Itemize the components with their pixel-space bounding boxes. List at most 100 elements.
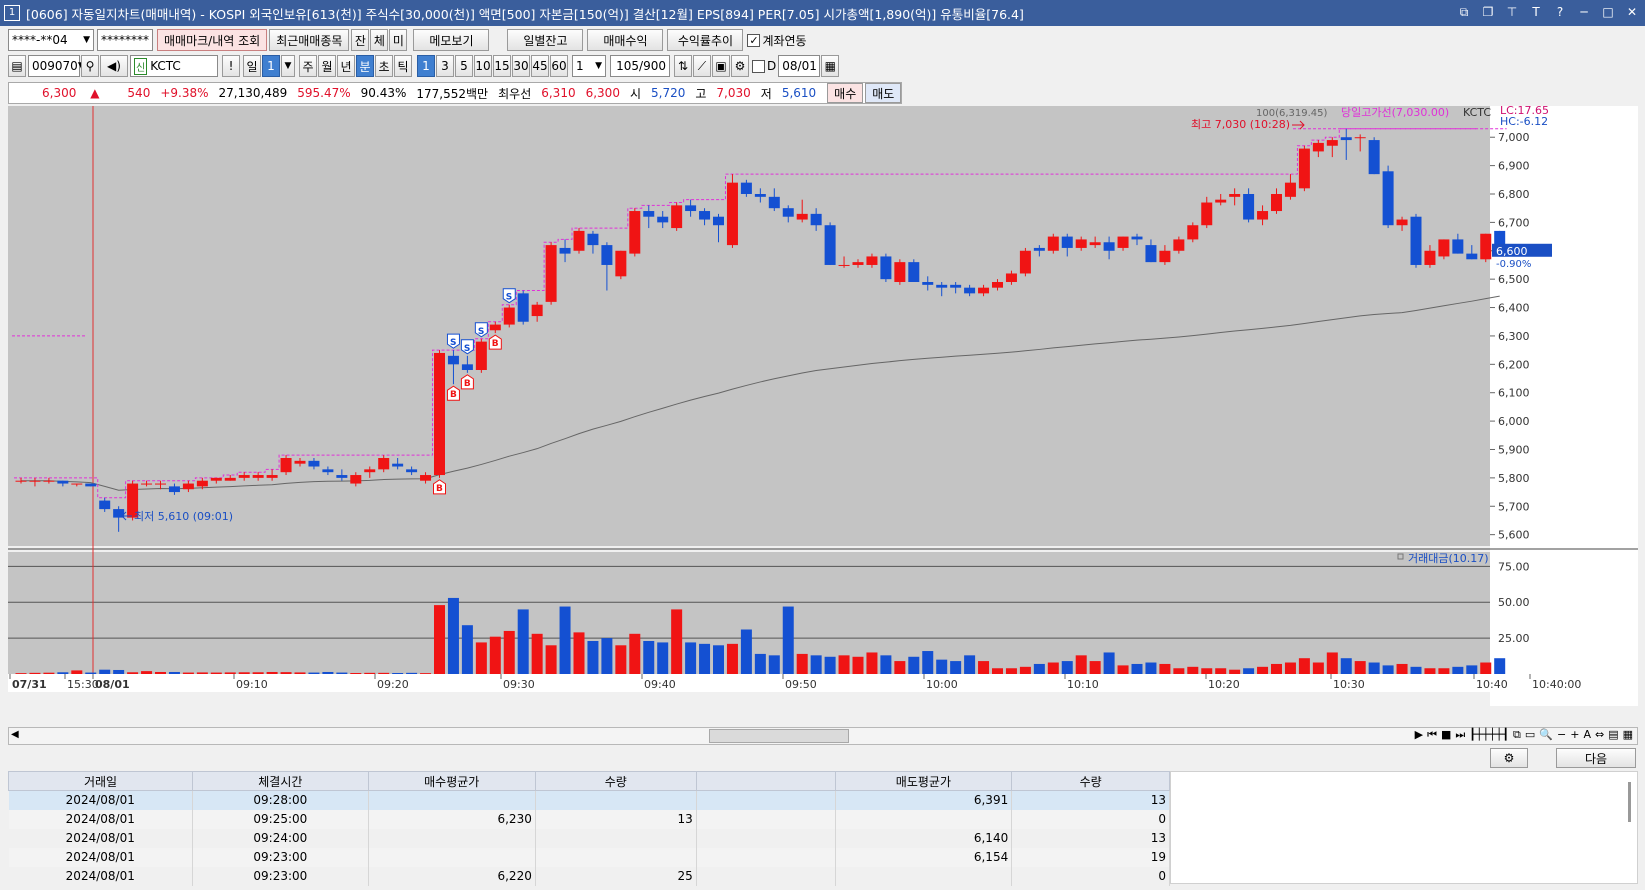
speaker-icon[interactable]: ◀) — [100, 55, 128, 77]
table-row[interactable]: 2024/08/01 09:25:00 6,230 13 0 — [8, 809, 1170, 829]
column-header[interactable]: 매수평균가 — [367, 771, 536, 791]
layout-icon[interactable]: ▤ — [8, 55, 26, 77]
period-second-button[interactable]: 초 — [375, 55, 393, 77]
buy-button[interactable]: 매수 — [827, 83, 864, 103]
forward-icon[interactable]: ⏭ — [1455, 728, 1465, 742]
plus-icon[interactable]: + — [1570, 728, 1579, 742]
scroll-thumb[interactable] — [709, 729, 849, 743]
fit-icon[interactable]: ⇔ — [1595, 728, 1604, 742]
password-field[interactable]: ******** — [97, 29, 153, 51]
close-icon[interactable]: ✕ — [1623, 3, 1641, 21]
chevron-down-icon[interactable]: ▼ — [281, 55, 295, 77]
column-header[interactable]: 체결시간 — [192, 771, 369, 791]
text-icon[interactable]: T — [1527, 3, 1545, 21]
scroll-right-icon[interactable]: ▶ — [1415, 728, 1423, 742]
volume-bar — [210, 672, 222, 674]
restore-icon[interactable]: □ — [1599, 3, 1617, 21]
price-volume-chart[interactable]: 7,000 6,900 6,800 6,700 6,600 6,500 6,400 6,300… — [8, 104, 1638, 726]
mark-query-button[interactable]: 매매마크/내역 조회 — [157, 29, 268, 51]
table-row[interactable]: 2024/08/01 09:23:00 6,154 19 — [8, 847, 1170, 867]
balance-button[interactable]: 잔 — [351, 29, 370, 51]
candle-body — [434, 352, 445, 476]
table-scrollbar[interactable] — [1625, 782, 1635, 872]
link-window-icon[interactable]: ⧉ — [1455, 3, 1473, 21]
table-row[interactable]: 2024/08/01 09:24:00 6,140 13 — [8, 828, 1170, 848]
next-button[interactable]: 다음 — [1556, 748, 1636, 768]
high-label: 고 — [695, 86, 707, 101]
daily-balance-button[interactable]: 일별잔고 — [507, 29, 584, 51]
column-header[interactable]: 매도평균가 — [834, 771, 1013, 791]
period-month-button[interactable]: 월 — [318, 55, 336, 77]
interval-5-button[interactable]: 5 — [455, 55, 473, 77]
unfilled-button[interactable]: 미 — [389, 29, 408, 51]
help-icon[interactable]: ? — [1551, 3, 1569, 21]
minus-icon[interactable]: − — [1557, 728, 1566, 742]
indicator-icon[interactable]: ⇅ — [674, 55, 692, 77]
table-row[interactable]: 2024/08/01 09:23:00 6,220 25 0 — [8, 866, 1170, 886]
table-row[interactable]: 2024/08/01 09:28:00 6,391 13 — [8, 790, 1170, 810]
interval-15-button[interactable]: 15 — [493, 55, 511, 77]
table-empty-area — [1170, 771, 1638, 884]
column-header[interactable]: 거래일 — [7, 771, 194, 791]
date-checkbox[interactable] — [752, 59, 765, 73]
unit-select[interactable]: 1 ▼ — [572, 55, 606, 77]
period-minute-button[interactable]: 분 — [356, 55, 374, 77]
search-icon[interactable]: ⚲ — [81, 55, 99, 77]
interval-45-button[interactable]: 45 — [531, 55, 549, 77]
stock-code-select[interactable]: 009070▼ — [28, 55, 85, 77]
bar-count-field[interactable]: 105/900 — [610, 55, 670, 77]
executed-button[interactable]: 체 — [370, 29, 389, 51]
account-select[interactable]: ****-**04 ▼ — [8, 29, 94, 51]
interval-1-button[interactable]: 1 — [417, 55, 435, 77]
table-gear-icon[interactable]: ⚙ — [1490, 748, 1528, 768]
candle-body — [224, 477, 236, 481]
gear-icon[interactable]: ⚙ — [731, 55, 749, 77]
settings-icon[interactable]: ▦ — [1623, 728, 1633, 742]
print-icon[interactable]: ▤ — [1608, 728, 1618, 742]
yield-trend-button[interactable]: 수익률추이 — [667, 29, 744, 51]
column-header[interactable]: 수량 — [534, 771, 697, 791]
stock-name-field[interactable]: 신 KCTC — [130, 55, 218, 77]
volume-bar — [113, 669, 125, 674]
font-icon[interactable]: A — [1583, 728, 1591, 742]
period-tick-button[interactable]: 틱 — [394, 55, 412, 77]
rewind-icon[interactable]: ⏮ — [1427, 728, 1437, 742]
zoom-icon[interactable]: 🔍 — [1539, 728, 1553, 742]
column-header[interactable] — [695, 771, 836, 791]
account-link-checkbox[interactable]: ✓ 계좌연동 — [747, 32, 807, 49]
candle-body — [85, 483, 97, 487]
chart-scrollbar[interactable]: ◀ ▶ ⏮ ■ ⏭ ┠┼┼┼┼┨ ⧉ ▭ 🔍 − + A ⇔ ▤ ▦ — [8, 727, 1638, 745]
day-count-button[interactable]: 1 — [262, 55, 280, 77]
calendar-icon[interactable]: ▦ — [821, 55, 840, 77]
minimize-icon[interactable]: ─ — [1575, 3, 1593, 21]
interval-10-button[interactable]: 10 — [474, 55, 492, 77]
candle-body — [671, 205, 683, 229]
pin-icon[interactable]: ⊤ — [1503, 3, 1521, 21]
screen-icon[interactable]: ▭ — [1525, 728, 1535, 742]
copy-icon[interactable]: ⧉ — [1513, 728, 1521, 742]
chart-area[interactable]: 7,000 6,900 6,800 6,700 6,600 6,500 6,400 6,300… — [8, 104, 1638, 726]
save-icon[interactable]: ▣ — [712, 55, 730, 77]
alert-button[interactable]: ! — [222, 55, 240, 77]
memo-button[interactable]: 메모보기 — [413, 29, 490, 51]
scale-icon[interactable]: ┠┼┼┼┼┨ — [1469, 728, 1509, 742]
toolbar-account: ****-**04 ▼ ******** 매매마크/내역 조회 최근매매종목 잔 … — [0, 29, 1645, 51]
volume-bar — [713, 645, 724, 674]
copy-window-icon[interactable]: ❐ — [1479, 3, 1497, 21]
day-high-label: 당일고가선(7,030.00) — [1341, 106, 1449, 119]
stop-icon[interactable]: ■ — [1441, 728, 1451, 742]
period-week-button[interactable]: 주 — [299, 55, 317, 77]
period-year-button[interactable]: 년 — [337, 55, 355, 77]
period-day-button[interactable]: 일 — [243, 55, 261, 77]
recent-trades-button[interactable]: 최근매매종목 — [269, 29, 350, 51]
interval-3-button[interactable]: 3 — [436, 55, 454, 77]
trade-profit-button[interactable]: 매매수익 — [587, 29, 664, 51]
column-header[interactable]: 수량 — [1011, 771, 1170, 791]
draw-tool-icon[interactable]: ⟋ — [693, 55, 711, 77]
interval-30-button[interactable]: 30 — [512, 55, 530, 77]
scroll-left-icon[interactable]: ◀ — [11, 729, 19, 740]
date-field[interactable]: 08/01 — [778, 55, 821, 77]
interval-60-button[interactable]: 60 — [550, 55, 568, 77]
buy-marker-label: B — [492, 339, 499, 349]
sell-button[interactable]: 매도 — [865, 83, 902, 103]
